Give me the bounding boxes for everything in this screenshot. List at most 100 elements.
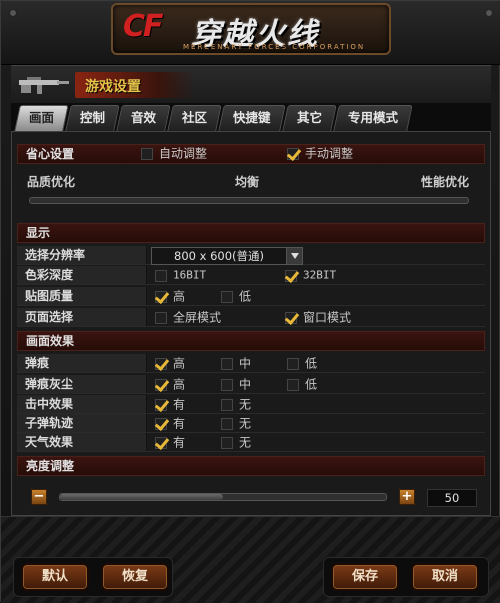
manual-adjust-checkbox[interactable]: 手动调整 <box>287 146 353 162</box>
checkmark-icon <box>155 290 167 303</box>
tab-shortcuts[interactable]: 快捷键 <box>218 105 286 131</box>
checkbox-box <box>221 378 233 391</box>
section-header-effects: 画面效果 <box>17 331 485 351</box>
rifle-icon <box>19 77 69 94</box>
quality-slider[interactable] <box>29 197 469 204</box>
bolt-icon <box>9 9 17 17</box>
checkmark-icon <box>285 269 297 282</box>
tab-label: 社区 <box>182 110 208 125</box>
checkbox-box <box>287 378 299 391</box>
bullet-dust-high-checkbox[interactable]: 高 <box>155 377 185 393</box>
row-label: 天气效果 <box>17 433 147 451</box>
preset-label: 省心设置 <box>26 147 75 161</box>
checkmark-icon <box>287 147 299 160</box>
tab-label: 控制 <box>80 110 106 125</box>
select-value: 800 x 600(普通) <box>174 249 264 263</box>
hit-effect-on-checkbox[interactable]: 有 <box>155 397 185 413</box>
checkbox-box <box>221 436 233 449</box>
tab-label: 其它 <box>296 110 322 125</box>
chevron-down-icon[interactable] <box>286 248 302 264</box>
restore-button[interactable]: 恢复 <box>101 563 169 591</box>
option-label: 手动调整 <box>305 146 354 161</box>
color-16bit-checkbox[interactable]: 16BIT <box>155 268 206 284</box>
option-label: 有 <box>173 397 186 412</box>
checkbox-box <box>287 357 299 370</box>
quality-mid-label: 均衡 <box>235 175 260 189</box>
option-label: 有 <box>173 435 186 450</box>
checkbox-box <box>141 147 153 160</box>
save-button[interactable]: 保存 <box>331 563 399 591</box>
checkmark-icon <box>155 417 167 430</box>
tab-special-mode[interactable]: 专用模式 <box>332 105 413 131</box>
brightness-decrease-button[interactable]: − <box>31 489 47 505</box>
preset-row: 省心设置 <box>17 144 485 164</box>
option-label: 16BIT <box>173 268 207 282</box>
bullet-hole-mid-checkbox[interactable]: 中 <box>221 356 251 372</box>
brightness-value: 50 <box>427 489 477 507</box>
texture-high-checkbox[interactable]: 高 <box>155 289 185 305</box>
quality-left-label: 品质优化 <box>27 175 76 189</box>
texture-low-checkbox[interactable]: 低 <box>221 289 251 305</box>
weather-off-checkbox[interactable]: 无 <box>221 435 251 451</box>
tab-sound[interactable]: 音效 <box>116 105 171 131</box>
option-label: 高 <box>173 377 186 392</box>
brightness-control: − + 50 <box>17 487 477 509</box>
row-label: 击中效果 <box>17 395 147 413</box>
bullet-hole-high-checkbox[interactable]: 高 <box>155 356 185 372</box>
section-header-brightness: 亮度调整 <box>17 456 485 476</box>
section-title: 画面效果 <box>26 334 75 348</box>
weather-on-checkbox[interactable]: 有 <box>155 435 185 451</box>
row-label: 贴图质量 <box>17 287 147 305</box>
section-title: 显示 <box>26 226 51 240</box>
hit-effect-off-checkbox[interactable]: 无 <box>221 397 251 413</box>
fullscreen-checkbox[interactable]: 全屏模式 <box>155 310 221 326</box>
color-32bit-checkbox[interactable]: 32BIT <box>285 268 336 284</box>
option-label: 窗口模式 <box>303 310 352 325</box>
bullet-dust-mid-checkbox[interactable]: 中 <box>221 377 251 393</box>
option-label: 有 <box>173 416 186 431</box>
row-label: 页面选择 <box>17 308 147 326</box>
option-label: 无 <box>239 397 252 412</box>
row-label: 子弹轨迹 <box>17 414 147 432</box>
tab-label: 快捷键 <box>233 110 271 125</box>
tab-community[interactable]: 社区 <box>167 105 222 131</box>
brightness-slider[interactable] <box>59 493 387 501</box>
tab-label: 专用模式 <box>347 110 398 125</box>
default-button[interactable]: 默认 <box>21 563 89 591</box>
checkbox-box <box>155 269 167 282</box>
checkbox-box <box>221 417 233 430</box>
option-label: 低 <box>305 356 318 371</box>
option-label: 32BIT <box>303 268 337 282</box>
window-title: 游戏设置 <box>85 79 141 95</box>
cancel-button[interactable]: 取消 <box>411 563 479 591</box>
bullet-hole-low-checkbox[interactable]: 低 <box>287 356 317 372</box>
row-label: 选择分辨率 <box>17 246 147 264</box>
resolution-select[interactable]: 800 x 600(普通) <box>151 247 303 265</box>
row-label: 色彩深度 <box>17 266 147 284</box>
option-label: 自动调整 <box>159 146 208 161</box>
logo-mark: CF <box>123 9 163 44</box>
checkmark-icon <box>155 378 167 391</box>
tab-bar: 画面 控制 音效 社区 快捷键 其它 专用模式 <box>11 103 491 131</box>
checkmark-icon <box>285 311 297 324</box>
brightness-increase-button[interactable]: + <box>399 489 415 505</box>
settings-window: CF 穿越火线 MERCENARY FORCES CORPORATION 游戏设… <box>0 0 500 603</box>
option-label: 高 <box>173 356 186 371</box>
row-label: 弹痕 <box>17 354 147 372</box>
checkbox-box <box>155 311 167 324</box>
tab-graphics[interactable]: 画面 <box>14 105 69 131</box>
windowed-checkbox[interactable]: 窗口模式 <box>285 310 351 326</box>
checkmark-icon <box>155 398 167 411</box>
checkbox-box <box>221 357 233 370</box>
color-depth-row: 色彩深度 <box>17 266 485 285</box>
tab-label: 音效 <box>131 110 157 125</box>
title-bar: 游戏设置 <box>11 65 491 103</box>
tab-controls[interactable]: 控制 <box>65 105 120 131</box>
tab-label: 画面 <box>29 110 55 125</box>
tab-other[interactable]: 其它 <box>281 105 337 131</box>
auto-adjust-checkbox[interactable]: 自动调整 <box>141 146 207 162</box>
bullet-dust-low-checkbox[interactable]: 低 <box>287 377 317 393</box>
checkbox-box <box>221 290 233 303</box>
bullet-trail-off-checkbox[interactable]: 无 <box>221 416 251 432</box>
bullet-trail-on-checkbox[interactable]: 有 <box>155 416 185 432</box>
